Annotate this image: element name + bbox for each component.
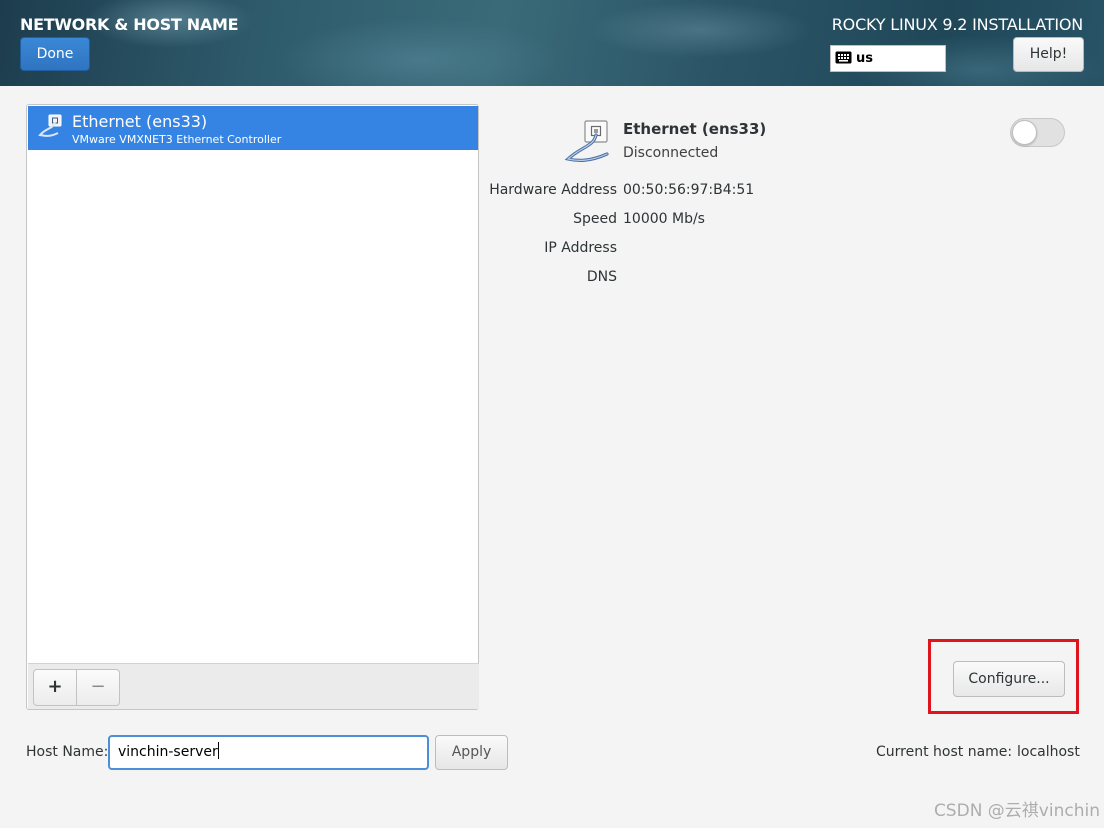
- ip-address-label: IP Address: [544, 240, 617, 256]
- device-status: Disconnected: [623, 145, 719, 161]
- keyboard-icon: [835, 51, 852, 64]
- keyboard-layout-indicator[interactable]: us: [830, 45, 946, 72]
- device-list-toolbar: + −: [28, 663, 479, 709]
- apply-button[interactable]: Apply: [435, 735, 508, 770]
- speed-label: Speed: [573, 211, 617, 227]
- done-button[interactable]: Done: [20, 37, 90, 71]
- help-button[interactable]: Help!: [1013, 37, 1084, 72]
- hostname-input-value: vinchin-server: [118, 744, 218, 760]
- header-bar: NETWORK & HOST NAME Done ROCKY LINUX 9.2…: [0, 0, 1104, 86]
- speed-value: 10000 Mb/s: [623, 211, 705, 227]
- hardware-address-value: 00:50:56:97:B4:51: [623, 182, 755, 198]
- device-description: VMware VMXNET3 Ethernet Controller: [72, 133, 282, 146]
- hostname-input[interactable]: vinchin-server: [108, 735, 429, 770]
- dns-label: DNS: [586, 269, 617, 285]
- device-detail-name: Ethernet (ens33): [623, 120, 767, 138]
- add-device-button[interactable]: +: [33, 669, 77, 706]
- page-title: NETWORK & HOST NAME: [20, 15, 239, 34]
- device-list-item[interactable]: Ethernet (ens33) VMware VMXNET3 Ethernet…: [28, 106, 478, 150]
- network-device-list[interactable]: Ethernet (ens33) VMware VMXNET3 Ethernet…: [26, 104, 479, 710]
- hardware-address-label: Hardware Address: [489, 182, 617, 198]
- ethernet-device-icon: [564, 120, 609, 163]
- text-caret: [217, 742, 219, 759]
- current-hostname-value: localhost: [1017, 744, 1080, 760]
- keyboard-layout-label: us: [856, 51, 873, 66]
- switch-knob: [1012, 120, 1037, 145]
- configure-button[interactable]: Configure...: [953, 661, 1065, 697]
- hostname-label: Host Name:: [26, 744, 109, 760]
- watermark: CSDN @云祺vinchin: [933, 801, 1100, 821]
- device-name: Ethernet (ens33): [72, 112, 208, 131]
- device-enable-switch[interactable]: [1010, 118, 1065, 147]
- product-title: ROCKY LINUX 9.2 INSTALLATION: [831, 15, 1083, 34]
- ethernet-cable-icon: [38, 114, 62, 137]
- remove-device-button[interactable]: −: [76, 669, 120, 706]
- current-hostname-label: Current host name:: [876, 744, 1013, 760]
